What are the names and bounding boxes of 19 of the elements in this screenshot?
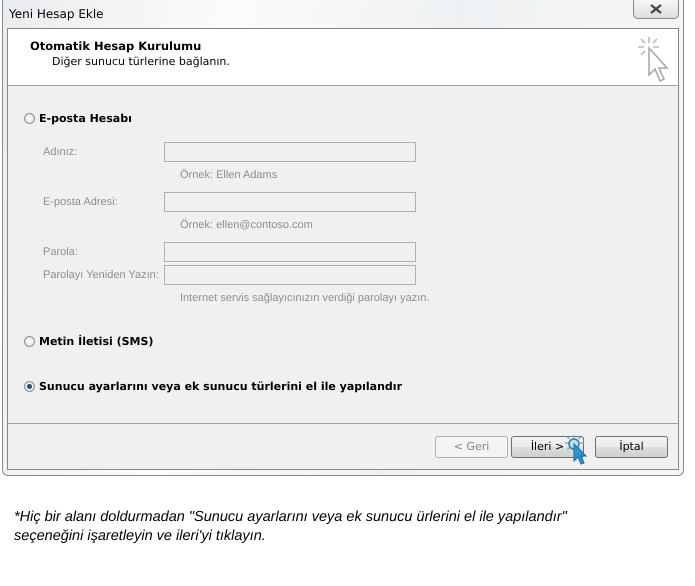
field-label: Parola: <box>43 246 79 258</box>
click-cursor-icon <box>563 434 589 464</box>
hint-text: Örnek: ellen@contoso.com <box>179 219 313 231</box>
field-label: Parolayı Yeniden Yazın: <box>43 269 160 281</box>
hint-text: Internet servis sağlayıcınızın verdiği parolayı yazın. <box>179 292 430 304</box>
field-label: Adınız: <box>43 146 78 158</box>
cursor-icon <box>636 35 670 83</box>
close-button[interactable] <box>633 0 679 19</box>
radio-option[interactable]: Sunucu ayarlarını veya ek sunucu türlerini el ile yapılandır <box>24 380 402 393</box>
radio-option[interactable]: Metin İletisi (SMS) <box>24 335 154 348</box>
hint-text: Örnek: Ellen Adams <box>179 169 278 181</box>
instruction-text: *Hiç bir alanı doldurmadan "Sunucu ayarlarını veya ek sunucu ürlerini el ile yapılandır" seçeneğini işaretleyin ve ileri'yi tıklayın. <box>14 508 568 546</box>
header-title: Otomatik Hesap Kurulumu <box>30 39 202 53</box>
dialog-button[interactable]: İptal <box>595 436 668 458</box>
header-subtitle: Diğer sunucu türlerine bağlanın. <box>51 55 230 68</box>
radio-option[interactable]: E-posta Hesabı <box>24 112 132 125</box>
field-label: E-posta Adresi: <box>43 196 119 208</box>
close-icon <box>650 4 662 14</box>
window-title: Yeni Hesap Ekle <box>8 7 104 21</box>
